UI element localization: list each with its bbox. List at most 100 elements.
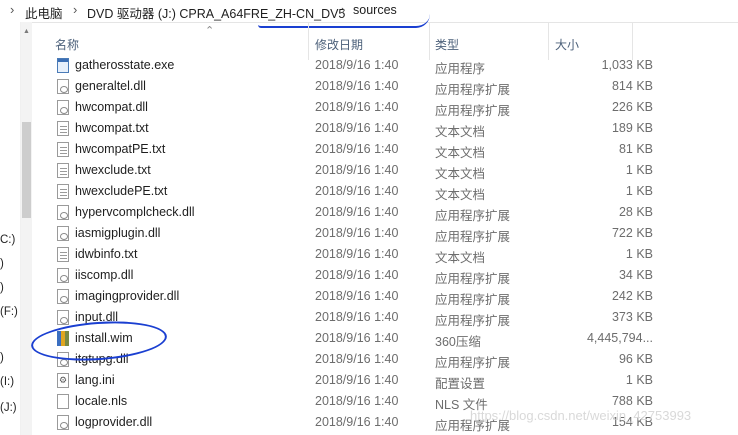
nav-scrollbar[interactable]: ▲ [21, 22, 32, 435]
file-name[interactable]: generaltel.dll [75, 79, 146, 93]
txt-icon [57, 163, 69, 178]
file-name[interactable]: hwcompat.txt [75, 121, 149, 135]
nav-item[interactable]: C:) [0, 234, 15, 246]
file-name[interactable]: lang.ini [75, 373, 115, 387]
file-date: 2018/9/16 1:40 [315, 352, 399, 366]
dll-icon [57, 310, 69, 325]
file-size: 189 KB [611, 121, 653, 135]
file-name[interactable]: hwcompatPE.txt [75, 142, 165, 156]
file-name[interactable]: hwcompat.dll [75, 100, 148, 114]
file-date: 2018/9/16 1:40 [315, 415, 399, 429]
file-type: 文本文档 [435, 125, 486, 139]
file-type: 文本文档 [435, 188, 486, 202]
file-row[interactable]: hwexclude.txt 2018/9/16 1:40 文本文档 1 KB [33, 160, 738, 181]
file-row[interactable]: generaltel.dll 2018/9/16 1:40 应用程序扩展 814 KB [33, 76, 738, 97]
dll-icon [57, 415, 69, 430]
file-size: 1 KB [625, 373, 653, 387]
file-date: 2018/9/16 1:40 [315, 331, 399, 345]
nav-item[interactable]: (F:) [0, 306, 18, 318]
nav-item[interactable]: ) [0, 258, 4, 270]
file-size: 96 KB [618, 352, 653, 366]
file-date: 2018/9/16 1:40 [315, 394, 399, 408]
file-name[interactable]: iiscomp.dll [75, 268, 133, 282]
file-size: 1 KB [625, 163, 653, 177]
file-name[interactable]: logprovider.dll [75, 415, 152, 429]
txt-icon [57, 142, 69, 157]
file-size: 1 KB [625, 184, 653, 198]
sort-ascending-icon: ⌃ [205, 25, 215, 37]
file-type: 360压缩 [435, 335, 481, 349]
file-name[interactable]: hwexclude.txt [75, 163, 151, 177]
file-row[interactable]: hypervcomplcheck.dll 2018/9/16 1:40 应用程序扩展… [33, 202, 738, 223]
column-date[interactable]: 修改日期 [315, 36, 363, 53]
watermark: https://blog.csdn.net/weixin_42753993 [470, 408, 692, 423]
address-bar[interactable]: › 此电脑 › DVD 驱动器 (J:) CPRA_A64FRE_ZH-CN_D… [0, 0, 738, 28]
chevron-right-icon: › [73, 2, 78, 17]
txt-icon [57, 247, 69, 262]
file-name[interactable]: iasmigplugin.dll [75, 226, 160, 240]
file-type: 应用程序扩展 [435, 83, 511, 97]
file-type: 应用程序扩展 [435, 272, 511, 286]
file-row[interactable]: lang.ini 2018/9/16 1:40 配置设置 1 KB [33, 370, 738, 391]
file-size: 814 KB [611, 79, 653, 93]
column-name[interactable]: 名称 [55, 36, 79, 53]
file-row[interactable]: hwcompat.txt 2018/9/16 1:40 文本文档 189 KB [33, 118, 738, 139]
file-size: 34 KB [618, 268, 653, 282]
file-size: 1 KB [625, 247, 653, 261]
nav-item[interactable]: (J:) [0, 402, 17, 414]
file-name[interactable]: gatherosstate.exe [75, 58, 174, 72]
chevron-right-icon: › [10, 2, 15, 17]
nav-item[interactable]: ) [0, 282, 4, 294]
file-date: 2018/9/16 1:40 [315, 79, 399, 93]
scroll-up-icon[interactable]: ▲ [23, 28, 30, 35]
scrollbar-thumb[interactable] [22, 122, 31, 218]
file-date: 2018/9/16 1:40 [315, 268, 399, 282]
file-name[interactable]: hypervcomplcheck.dll [75, 205, 195, 219]
file-type: 文本文档 [435, 251, 486, 265]
file-type: 文本文档 [435, 146, 486, 160]
file-date: 2018/9/16 1:40 [315, 226, 399, 240]
file-row[interactable]: gatherosstate.exe 2018/9/16 1:40 应用程序 1,033… [33, 55, 738, 76]
file-date: 2018/9/16 1:40 [315, 142, 399, 156]
dll-icon [57, 205, 69, 220]
dll-icon [57, 226, 69, 241]
file-type: 文本文档 [435, 167, 486, 181]
file-name[interactable]: locale.nls [75, 394, 127, 408]
file-type: 应用程序 [435, 62, 486, 76]
file-type: 应用程序扩展 [435, 293, 511, 307]
navigation-pane[interactable]: C:) ) ) (F:) ) (I:) (J:) [0, 22, 21, 435]
file-date: 2018/9/16 1:40 [315, 100, 399, 114]
file-type: 应用程序扩展 [435, 230, 511, 244]
file-row[interactable]: hwcompatPE.txt 2018/9/16 1:40 文本文档 81 KB [33, 139, 738, 160]
breadcrumb-this-pc[interactable]: 此电脑 [25, 3, 63, 22]
file-date: 2018/9/16 1:40 [315, 184, 399, 198]
file-date: 2018/9/16 1:40 [315, 310, 399, 324]
file-type: 应用程序扩展 [435, 356, 511, 370]
file-size: 81 KB [618, 142, 653, 156]
column-type[interactable]: 类型 [435, 36, 459, 53]
file-name[interactable]: imagingprovider.dll [75, 289, 179, 303]
file-date: 2018/9/16 1:40 [315, 205, 399, 219]
nav-item[interactable]: (I:) [0, 376, 14, 388]
file-size: 722 KB [611, 226, 653, 240]
file-row[interactable]: idwbinfo.txt 2018/9/16 1:40 文本文档 1 KB [33, 244, 738, 265]
column-size[interactable]: 大小 [555, 36, 579, 53]
dll-icon [57, 79, 69, 94]
file-date: 2018/9/16 1:40 [315, 289, 399, 303]
file-icon [57, 394, 69, 409]
nav-item[interactable]: ) [0, 352, 4, 364]
file-row[interactable]: iasmigplugin.dll 2018/9/16 1:40 应用程序扩展 722 … [33, 223, 738, 244]
file-name[interactable]: idwbinfo.txt [75, 247, 138, 261]
file-date: 2018/9/16 1:40 [315, 373, 399, 387]
file-row[interactable]: hwcompat.dll 2018/9/16 1:40 应用程序扩展 226 KB [33, 97, 738, 118]
txt-icon [57, 184, 69, 199]
file-size: 788 KB [611, 394, 653, 408]
dll-icon [57, 100, 69, 115]
file-type: 配置设置 [435, 377, 486, 391]
file-date: 2018/9/16 1:40 [315, 247, 399, 261]
file-row[interactable]: hwexcludePE.txt 2018/9/16 1:40 文本文档 1 KB [33, 181, 738, 202]
file-row[interactable]: iiscomp.dll 2018/9/16 1:40 应用程序扩展 34 KB [33, 265, 738, 286]
file-name[interactable]: hwexcludePE.txt [75, 184, 167, 198]
file-row[interactable]: imagingprovider.dll 2018/9/16 1:40 应用程序扩展 2… [33, 286, 738, 307]
file-date: 2018/9/16 1:40 [315, 121, 399, 135]
